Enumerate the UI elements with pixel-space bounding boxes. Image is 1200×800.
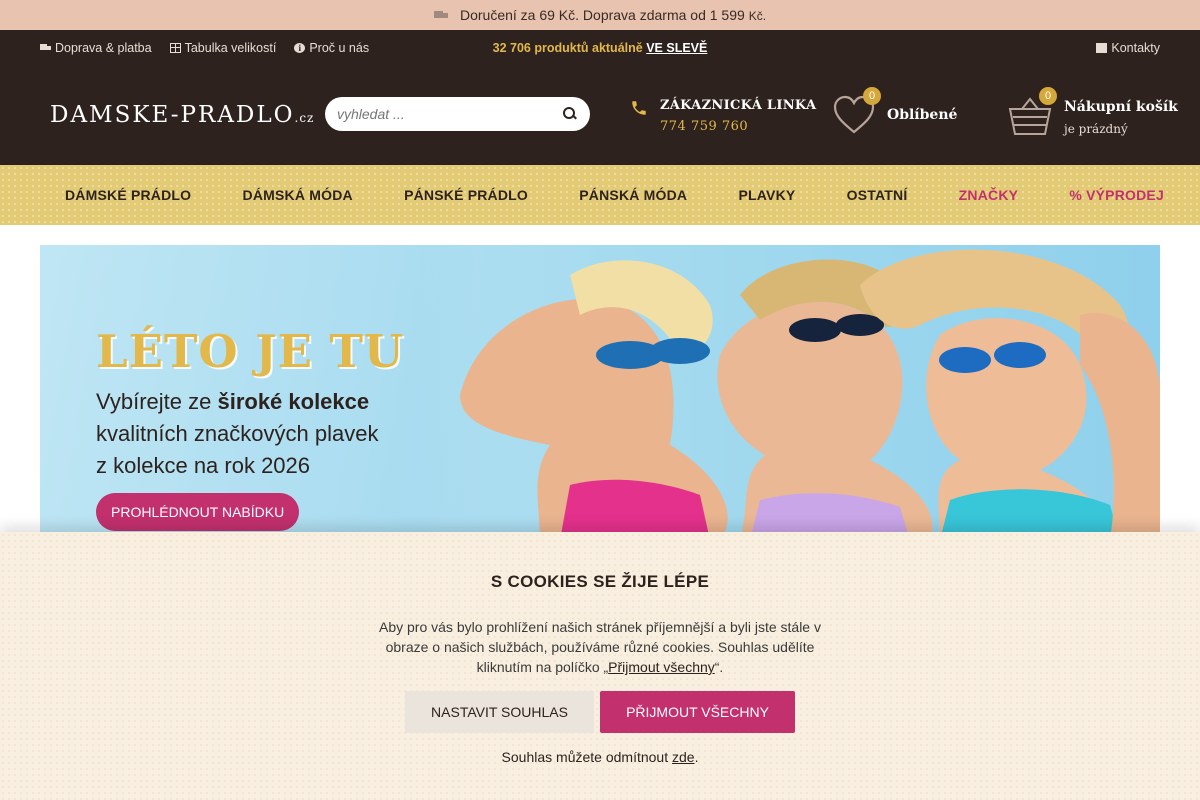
cookie-consent-panel: S COOKIES SE ŽIJE LÉPE Aby pro vás bylo …	[0, 532, 1200, 800]
nav-item-swimwear[interactable]: PLAVKY	[738, 187, 795, 203]
sale-link[interactable]: VE SLEVĚ	[646, 41, 707, 55]
hero-photo-women-beach	[420, 245, 1160, 540]
utility-bar: Doprava & platba Tabulka velikostí i Pro…	[0, 30, 1200, 65]
percent-icon: %	[1069, 187, 1083, 203]
cookie-title: S COOKIES SE ŽIJE LÉPE	[490, 572, 710, 591]
view-offer-button[interactable]: PROHLÉDNOUT NABÍDKU	[96, 493, 300, 531]
logo[interactable]: DAMSKE-PRADLO.cz	[50, 102, 325, 128]
contacts-link[interactable]: Kontakty	[1096, 41, 1160, 55]
cart-count-badge: 0	[1039, 87, 1057, 105]
customer-hotline: ZÁKAZNICKÁ LINKA 774 759 760	[630, 98, 816, 134]
nav-item-mens-fashion[interactable]: PÁNSKÁ MÓDA	[579, 187, 687, 203]
why-us-link[interactable]: i Proč u nás	[294, 41, 369, 55]
cart-title: Nákupní košík	[1064, 99, 1178, 115]
accept-all-inline-link[interactable]: Přijmout všechny	[608, 659, 715, 675]
cookie-description: Aby pro vás bylo prohlížení našich strán…	[379, 619, 821, 675]
cookie-reject-note: Souhlas můžete odmítnout zde.	[501, 749, 699, 765]
info-icon: i	[294, 42, 306, 53]
hotline-phone[interactable]: 774 759 760	[660, 119, 816, 134]
search-box	[325, 97, 590, 131]
phone-icon	[632, 101, 646, 115]
truck-icon	[433, 10, 448, 20]
hero-banner[interactable]: LÉTO JE TU Vybírejte ze široké kolekce k…	[40, 245, 1160, 540]
nav-item-other[interactable]: OSTATNÍ	[847, 187, 908, 203]
cart-button[interactable]: 0 Nákupní košík je prázdný	[1008, 87, 1178, 137]
cart-status: je prázdný	[1064, 122, 1128, 136]
hero-subtitle: Vybírejte ze široké kolekce kvalitních z…	[96, 389, 379, 478]
favorites-button[interactable]: 0 Oblíbené	[833, 87, 958, 135]
size-chart-link[interactable]: Tabulka velikostí	[169, 41, 276, 55]
nav-item-brands[interactable]: ZNAČKY	[959, 187, 1019, 203]
favorites-count-badge: 0	[863, 87, 881, 105]
hotline-title: ZÁKAZNICKÁ LINKA	[660, 98, 817, 113]
accept-all-button[interactable]: PŘIJMOUT VŠECHNY	[600, 691, 795, 733]
truck-icon	[40, 43, 51, 53]
favorites-label: Oblíbené	[887, 107, 958, 123]
nav-item-sale[interactable]: % VÝPRODEJ	[1069, 187, 1164, 203]
promo-bar: Doručení za 69 Kč. Doprava zdarma od 1 5…	[0, 0, 1200, 30]
nav-item-mens-underwear[interactable]: PÁNSKÉ PRÁDLO	[404, 187, 528, 203]
promo-text: Doručení za 69 Kč. Doprava zdarma od 1 5…	[459, 7, 767, 23]
nav-item-womens-lingerie[interactable]: DÁMSKÉ PRÁDLO	[65, 187, 191, 203]
consent-settings-button[interactable]: NASTAVIT SOUHLAS	[405, 691, 594, 733]
search-input[interactable]	[337, 106, 562, 122]
search-icon[interactable]	[562, 106, 578, 122]
hero-title: LÉTO JE TU	[96, 325, 405, 378]
table-icon	[169, 42, 181, 53]
mail-icon	[1096, 42, 1108, 53]
shipping-payment-link[interactable]: Doprava & platba	[40, 41, 152, 55]
main-nav: DÁMSKÉ PRÁDLO DÁMSKÁ MÓDA PÁNSKÉ PRÁDLO …	[0, 165, 1200, 225]
header: DAMSKE-PRADLO.cz ZÁKAZNICKÁ LINKA 774 75…	[0, 65, 1200, 165]
nav-item-womens-fashion[interactable]: DÁMSKÁ MÓDA	[243, 187, 353, 203]
reject-link[interactable]: zde	[672, 749, 695, 765]
